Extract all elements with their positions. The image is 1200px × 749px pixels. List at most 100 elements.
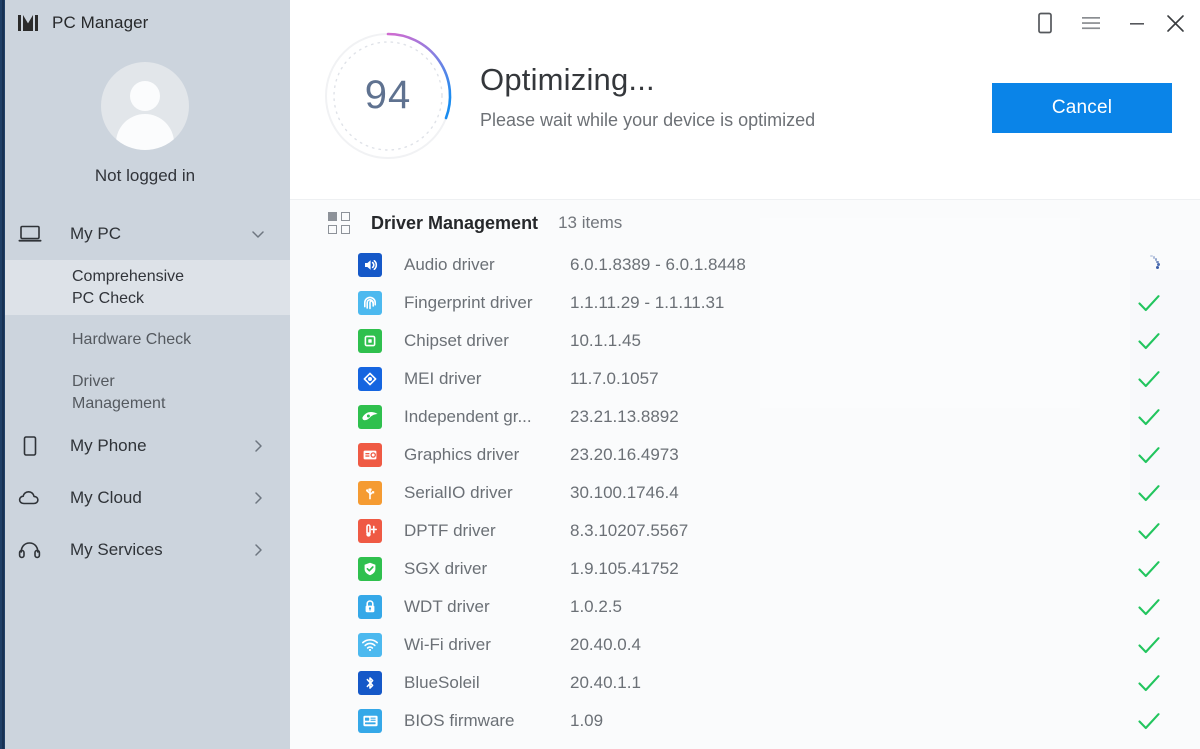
pc-manager-logo-icon (18, 14, 38, 32)
driver-row[interactable]: BIOS firmware 1.09 (290, 702, 1200, 740)
chipset-icon (358, 329, 382, 353)
mei-icon (358, 367, 382, 391)
driver-row[interactable]: MEI driver 11.7.0.1057 (290, 360, 1200, 398)
driver-row[interactable]: Fingerprint driver 1.1.11.29 - 1.1.11.31 (290, 284, 1200, 322)
cloud-icon (18, 488, 48, 508)
close-icon[interactable] (1160, 0, 1200, 46)
chevron-right-icon[interactable] (250, 438, 266, 454)
driver-row[interactable]: WDT driver 1.0.2.5 (290, 588, 1200, 626)
item-count-label: 13 items (558, 213, 623, 232)
driver-version: 20.40.1.1 (570, 673, 641, 692)
driver-name: Wi-Fi driver (404, 635, 491, 654)
status-check-icon (1136, 290, 1162, 316)
cancel-button[interactable]: Cancel (992, 83, 1172, 133)
driver-name: Independent gr... (404, 407, 532, 426)
sidebar: PC Manager Not logged in My PC Comprehen… (0, 0, 290, 749)
sidebar-item-driver-management[interactable]: Driver Management (0, 365, 290, 420)
sidebar-item-label: My PC (70, 224, 121, 243)
driver-name: SerialIO driver (404, 483, 513, 502)
login-status-label[interactable]: Not logged in (95, 166, 195, 186)
thermometer-icon (358, 519, 382, 543)
driver-version: 1.0.2.5 (570, 597, 622, 616)
driver-row[interactable]: Graphics driver 23.20.16.4973 (290, 436, 1200, 474)
status-check-icon (1136, 366, 1162, 392)
sidebar-subitem-label: Driver Management (72, 373, 166, 412)
bluetooth-icon (358, 671, 382, 695)
health-score-value: 94 (364, 73, 412, 117)
profile-section[interactable]: Not logged in (0, 46, 290, 186)
status-check-icon (1136, 632, 1162, 658)
driver-name: BlueSoleil (404, 673, 480, 692)
sidebar-titlebar: PC Manager (0, 0, 290, 46)
sidebar-item-my-pc[interactable]: My PC (0, 208, 290, 260)
driver-name: Fingerprint driver (404, 293, 533, 312)
driver-name: Graphics driver (404, 445, 520, 464)
chevron-right-icon[interactable] (250, 542, 266, 558)
page-subtitle: Please wait while your device is optimiz… (480, 110, 816, 130)
pc-manager-window: PC Manager Not logged in My PC Comprehen… (0, 0, 1200, 749)
driver-version: 1.09 (570, 711, 604, 730)
driver-name: DPTF driver (404, 521, 496, 540)
chevron-down-icon[interactable] (250, 226, 266, 242)
speaker-icon (358, 253, 382, 277)
sidebar-item-my-cloud[interactable]: My Cloud (0, 472, 290, 524)
driver-version: 30.100.1746.4 (570, 483, 679, 502)
driver-version: 1.1.11.29 - 1.1.11.31 (570, 293, 725, 312)
grid-icon (328, 212, 350, 234)
loading-spinner-icon (1138, 254, 1160, 276)
driver-name: Audio driver (404, 255, 495, 274)
shield-check-icon (358, 557, 382, 581)
main-pane: 94 Optimizing... Please wait while your … (290, 0, 1200, 749)
headset-icon (18, 539, 48, 561)
sidebar-item-my-services[interactable]: My Services (0, 524, 290, 576)
driver-version: 20.40.0.4 (570, 635, 641, 654)
status-check-icon (1136, 594, 1162, 620)
sidebar-item-hardware-check[interactable]: Hardware Check (0, 315, 290, 365)
driver-version: 6.0.1.8389 - 6.0.1.8448 (570, 255, 746, 274)
driver-name: SGX driver (404, 559, 488, 578)
bios-icon (358, 709, 382, 733)
driver-version: 23.20.16.4973 (570, 445, 679, 464)
gpu-icon (358, 405, 382, 429)
driver-version: 10.1.1.45 (570, 331, 641, 350)
sidebar-item-my-phone[interactable]: My Phone (0, 420, 290, 472)
health-score-ring: 94 (320, 28, 456, 164)
driver-name: Chipset driver (404, 331, 509, 350)
driver-row[interactable]: SGX driver 1.9.105.41752 (290, 550, 1200, 588)
wifi-icon (358, 633, 382, 657)
lock-icon (358, 595, 382, 619)
driver-row[interactable]: Chipset driver 10.1.1.45 (290, 322, 1200, 360)
window-left-edge (0, 0, 5, 749)
driver-version: 23.21.13.8892 (570, 407, 679, 426)
sidebar-nav: My PC Comprehensive PC Check Hardware Ch… (0, 208, 290, 576)
avatar[interactable] (101, 62, 189, 150)
menu-icon[interactable] (1068, 0, 1114, 46)
status-text-block: Optimizing... Please wait while your dev… (480, 62, 815, 131)
driver-name: WDT driver (404, 597, 490, 616)
sidebar-item-label: My Services (70, 540, 163, 560)
driver-list-panel: Driver Management 13 items Audio driver 6… (290, 200, 1200, 749)
driver-row[interactable]: DPTF driver 8.3.10207.5567 (290, 512, 1200, 550)
driver-row[interactable]: Audio driver 6.0.1.8389 - 6.0.1.8448 (290, 246, 1200, 284)
status-check-icon (1136, 328, 1162, 354)
driver-version: 11.7.0.1057 (570, 369, 659, 388)
graphics-icon (358, 443, 382, 467)
driver-version: 1.9.105.41752 (570, 559, 679, 578)
driver-rows: Audio driver 6.0.1.8389 - 6.0.1.8448 Finge… (290, 246, 1200, 740)
driver-row[interactable]: Independent gr... 23.21.13.8892 (290, 398, 1200, 436)
status-check-icon (1136, 442, 1162, 468)
status-check-icon (1136, 556, 1162, 582)
driver-row[interactable]: Wi-Fi driver 20.40.0.4 (290, 626, 1200, 664)
sidebar-item-comprehensive-pc-check[interactable]: Comprehensive PC Check (0, 260, 290, 316)
driver-name: BIOS firmware (404, 711, 515, 730)
chevron-right-icon[interactable] (250, 490, 266, 506)
driver-row[interactable]: SerialIO driver 30.100.1746.4 (290, 474, 1200, 512)
minimize-icon[interactable] (1114, 0, 1160, 46)
driver-row[interactable]: BlueSoleil 20.40.1.1 (290, 664, 1200, 702)
driver-name: MEI driver (404, 369, 482, 388)
status-loading (1136, 252, 1162, 278)
sidebar-item-label: My Phone (70, 436, 147, 456)
phone-icon[interactable] (1022, 0, 1068, 46)
section-title: Driver Management (371, 212, 539, 233)
driver-version: 8.3.10207.5567 (570, 521, 689, 540)
